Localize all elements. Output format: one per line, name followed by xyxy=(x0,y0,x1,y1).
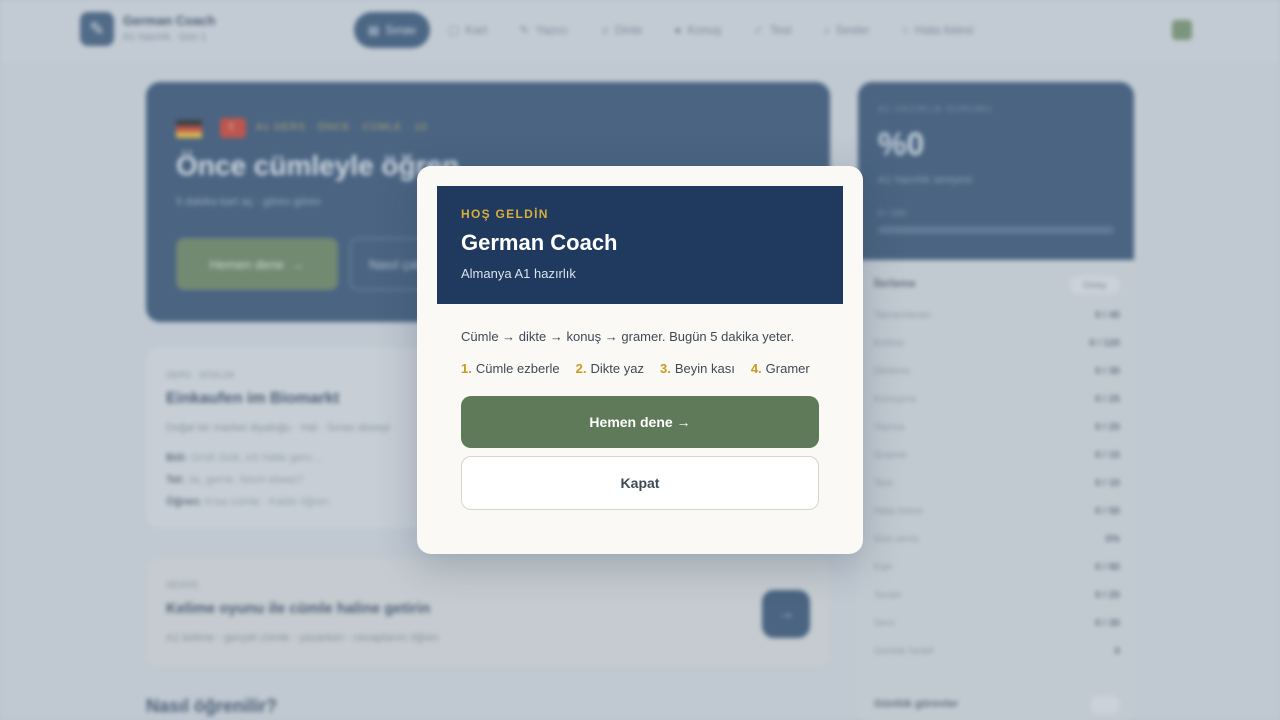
try-now-button[interactable]: Hemen dene → xyxy=(461,396,819,448)
step-label: Beyin kası xyxy=(674,361,735,376)
step-item: 2. Dikte yaz xyxy=(576,361,644,376)
modal-steps: 1. Cümle ezberle 2. Dikte yaz 3. Beyin kası… xyxy=(461,361,826,376)
modal-kicker: HOŞ GELDİN xyxy=(461,207,549,221)
step-item: 1. Cümle ezberle xyxy=(461,361,560,376)
step-item: 3. Beyin kası xyxy=(660,361,735,376)
modal-title: German Coach xyxy=(461,230,618,255)
modal-subtitle: Almanya A1 hazırlık xyxy=(461,266,576,281)
step-number: 2. xyxy=(575,361,587,376)
step-label: Cümle ezberle xyxy=(475,361,560,376)
close-button[interactable]: Kapat xyxy=(461,456,819,510)
step-label: Dikte yaz xyxy=(590,361,644,376)
modal-header: HOŞ GELDİN German Coach Almanya A1 hazır… xyxy=(437,186,843,304)
step-label: Gramer xyxy=(765,361,810,376)
welcome-modal: HOŞ GELDİN German Coach Almanya A1 hazır… xyxy=(417,166,863,554)
step-item: 4. Gramer xyxy=(751,361,810,376)
modal-intro: Cümle → dikte → konuş → gramer. Bugün 5 … xyxy=(461,329,795,344)
step-number: 4. xyxy=(750,361,762,376)
step-number: 1. xyxy=(461,361,472,376)
step-number: 3. xyxy=(659,361,671,376)
